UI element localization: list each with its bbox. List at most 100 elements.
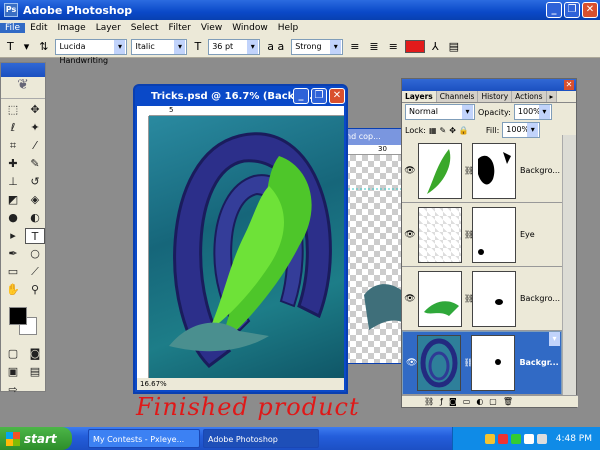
lasso-tool-icon[interactable]: ℓ — [3, 120, 23, 136]
minimize-button[interactable]: _ — [546, 2, 562, 18]
lock-position-icon[interactable]: ✥ — [449, 126, 456, 135]
task-my-contests[interactable]: My Contests - Pxleye... — [88, 429, 200, 448]
lock-pixels-icon[interactable]: ✎ — [440, 126, 447, 135]
eye-icon[interactable]: 👁 — [402, 166, 418, 176]
palette-menu-icon[interactable]: ▸ — [546, 91, 558, 102]
layers-palette-header[interactable]: ✕ — [402, 79, 576, 91]
standard-mode-icon[interactable]: ▢ — [3, 346, 23, 362]
tray-icon[interactable] — [523, 433, 534, 444]
artwork-image[interactable] — [149, 116, 344, 380]
task-adobe-photoshop[interactable]: Adobe Photoshop — [203, 429, 319, 448]
clock[interactable]: 4:48 PM — [556, 434, 592, 444]
hand-tool-icon[interactable]: ✋ — [3, 282, 23, 298]
type-tool-button-icon[interactable]: T — [25, 228, 45, 244]
tray-icon[interactable] — [497, 433, 508, 444]
blur-tool-icon[interactable]: ● — [3, 210, 23, 226]
menu-window[interactable]: Window — [227, 23, 273, 33]
menu-select[interactable]: Select — [126, 23, 164, 33]
tab-actions[interactable]: Actions — [512, 91, 547, 102]
align-left-icon[interactable]: ≡ — [347, 40, 362, 53]
eraser-tool-icon[interactable]: ◩ — [3, 192, 23, 208]
warp-text-icon[interactable]: ⅄ — [429, 40, 442, 53]
dodge-tool-icon[interactable]: ◐ — [25, 210, 45, 226]
magic-wand-icon[interactable]: ✦ — [25, 120, 45, 136]
layers-scrollbar[interactable] — [562, 135, 576, 397]
tray-icon[interactable] — [484, 433, 495, 444]
doc-minimize-button[interactable]: _ — [293, 88, 309, 104]
menu-edit[interactable]: Edit — [25, 23, 52, 33]
start-button[interactable]: start — [0, 427, 72, 450]
menu-layer[interactable]: Layer — [91, 23, 126, 33]
adjustment-layer-icon[interactable]: ◐ — [476, 396, 483, 407]
menu-filter[interactable]: Filter — [164, 23, 196, 33]
layer-row[interactable]: 👁 ⛓ Backgro... — [402, 139, 562, 203]
notes-tool-icon[interactable]: ▭ — [3, 264, 23, 280]
menu-image[interactable]: Image — [53, 23, 91, 33]
close-button[interactable]: ✕ — [582, 2, 598, 18]
bucket-tool-icon[interactable]: ◈ — [25, 192, 45, 208]
type-tool-icon[interactable]: T — [4, 40, 17, 53]
doc-maximize-button[interactable]: ❐ — [311, 88, 327, 104]
font-style-select[interactable]: Italic — [131, 38, 188, 55]
tab-layers[interactable]: Layers — [402, 91, 437, 102]
foreground-color-swatch[interactable] — [9, 307, 27, 325]
tab-history[interactable]: History — [478, 91, 513, 102]
lock-transparency-icon[interactable]: ▦ — [429, 126, 437, 135]
path-select-icon[interactable]: ▸ — [3, 228, 23, 244]
font-family-select[interactable]: Lucida Handwriting — [55, 38, 128, 65]
tray-icon[interactable] — [510, 433, 521, 444]
lock-all-icon[interactable]: 🔒 — [459, 126, 469, 135]
opacity-input[interactable]: 100% — [513, 104, 552, 120]
orientation-icon[interactable]: ⇅ — [36, 40, 51, 53]
text-color-swatch[interactable] — [404, 40, 425, 53]
eye-icon[interactable]: 👁 — [402, 294, 418, 304]
tab-channels[interactable]: Channels — [436, 91, 479, 102]
menu-help[interactable]: Help — [273, 23, 304, 33]
crop-tool-icon[interactable]: ⌗ — [3, 138, 23, 154]
brush-tool-icon[interactable]: ✎ — [25, 156, 45, 172]
layer-row[interactable]: 👁 ⛓ Eye — [402, 203, 562, 267]
screen-mode-icon[interactable]: ▣ — [3, 364, 23, 380]
volume-icon[interactable] — [536, 433, 547, 444]
align-right-icon[interactable]: ≡ — [386, 40, 401, 53]
menu-view[interactable]: View — [196, 23, 227, 33]
tools-palette-header[interactable] — [1, 63, 45, 77]
layer-style-icon[interactable]: ƒ — [440, 396, 443, 407]
menu-file[interactable]: File — [0, 23, 26, 33]
new-group-icon[interactable]: ▭ — [463, 396, 471, 407]
link-layers-icon[interactable]: ⛓ — [424, 396, 434, 407]
layer-row[interactable]: 👁 ⛓ Backgro... — [402, 267, 562, 331]
history-brush-icon[interactable]: ↺ — [25, 174, 45, 190]
palettes-icon[interactable]: ▤ — [446, 40, 462, 53]
antialias-select[interactable]: Strong — [291, 38, 344, 55]
eye-icon[interactable]: 👁 — [402, 230, 418, 240]
fill-input[interactable]: 100% — [502, 122, 541, 138]
document-canvas[interactable]: 5 — [137, 106, 344, 380]
stamp-tool-icon[interactable]: ⊥ — [3, 174, 23, 190]
zoom-level[interactable]: 16.67% — [140, 380, 167, 388]
quickmask-mode-icon[interactable]: ◙ — [25, 346, 45, 362]
eyedropper-icon[interactable]: ⟋ — [25, 264, 45, 280]
maximize-button[interactable]: ❐ — [564, 2, 580, 18]
new-layer-icon[interactable]: ▢ — [489, 396, 497, 407]
pen-tool-icon[interactable]: ✒ — [3, 246, 23, 262]
imageready-icon[interactable]: ⇨ — [3, 382, 23, 398]
blend-mode-select[interactable]: Normal — [405, 104, 475, 120]
zoom-tool-icon[interactable]: ⚲ — [25, 282, 45, 298]
delete-layer-icon[interactable]: 🗑 — [503, 396, 513, 407]
eye-icon[interactable]: 👁 — [406, 356, 417, 370]
move-tool-icon[interactable]: ✥ — [25, 102, 45, 118]
doc-close-button[interactable]: ✕ — [329, 88, 345, 104]
layers-close-icon[interactable]: ✕ — [564, 80, 574, 90]
shape-tool-icon[interactable]: ○ — [25, 246, 45, 262]
layer-row-selected[interactable]: 👁 ⛓ Backgr... — [402, 331, 562, 395]
marquee-tool-icon[interactable]: ⬚ — [3, 102, 23, 118]
document-titlebar[interactable]: Tricks.psd @ 16.7% (Backg... _ ❐ ✕ — [135, 86, 346, 106]
tool-preset-icon[interactable]: ▾ — [21, 40, 33, 53]
slice-tool-icon[interactable]: ⁄ — [25, 138, 45, 154]
align-center-icon[interactable]: ≣ — [366, 40, 381, 53]
add-mask-icon[interactable]: ◙ — [449, 396, 457, 407]
healing-brush-icon[interactable]: ✚ — [3, 156, 23, 172]
font-size-select[interactable]: 36 pt — [208, 38, 261, 55]
fullscreen-mode-icon[interactable]: ▤ — [25, 364, 45, 380]
